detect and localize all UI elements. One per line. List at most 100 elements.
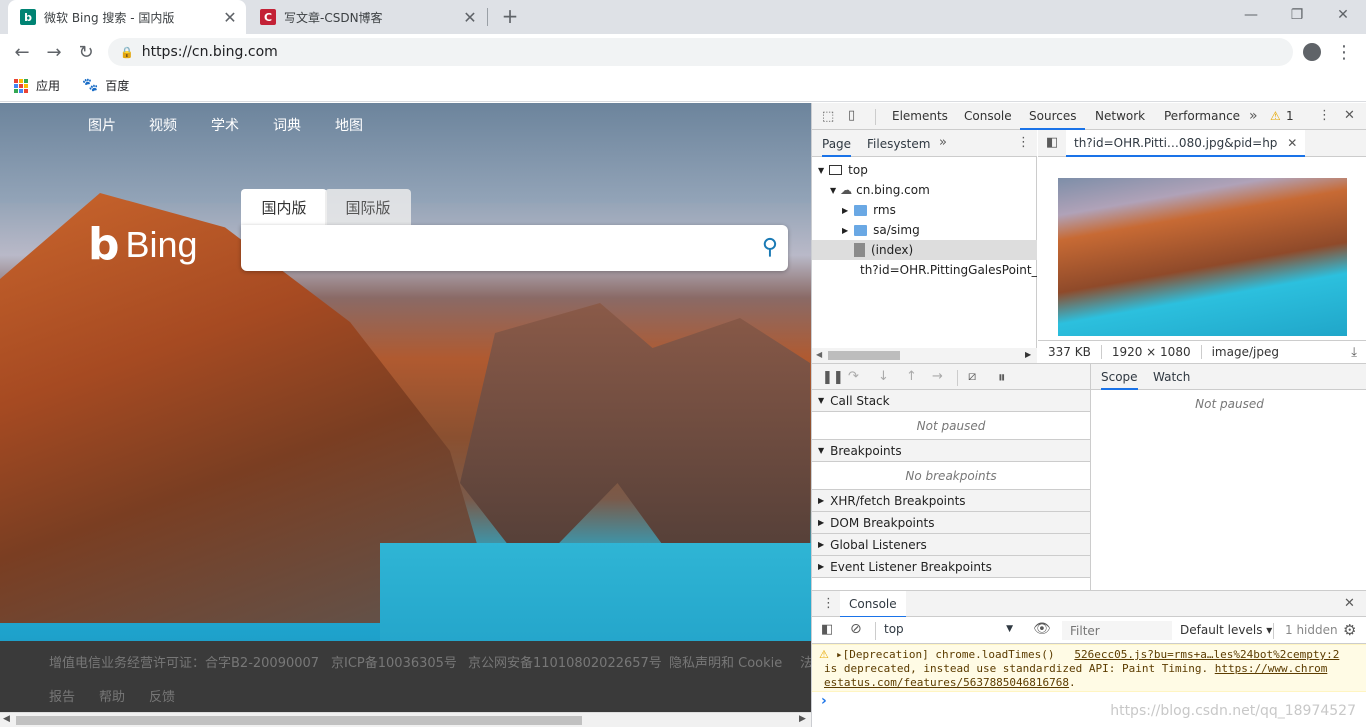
bookmark-label: 百度 xyxy=(105,79,130,93)
open-file-tab[interactable]: th?id=OHR.Pitti…080.jpg&pid=hp ✕ xyxy=(1066,130,1306,157)
navigator-menu-icon[interactable]: ⋮ xyxy=(1017,135,1030,150)
scrollbar-thumb[interactable] xyxy=(16,716,582,725)
tab-csdn[interactable]: C 写文章-CSDN博客 ✕ xyxy=(248,0,486,34)
tab-bing[interactable]: b 微软 Bing 搜索 - 国内版 ✕ xyxy=(8,0,246,34)
search-tab-international[interactable]: 国际版 xyxy=(325,189,411,225)
drawer-close-icon[interactable]: ✕ xyxy=(1344,596,1355,611)
scrollbar-thumb[interactable] xyxy=(828,351,900,360)
step-over-icon[interactable]: ↷ xyxy=(848,369,859,384)
tree-top[interactable]: ▼ top xyxy=(812,160,1037,180)
inspect-icon[interactable]: ⬚ xyxy=(822,109,834,124)
navigator-scrollbar[interactable]: ◀ ▶ xyxy=(812,348,1037,363)
global-listeners-header[interactable]: ▶ Global Listeners xyxy=(812,534,1090,556)
source-link[interactable]: 526ecc05.js?bu=rms+a…les%24bot%2cempty:2 xyxy=(1074,648,1339,661)
lock-icon: 🔒 xyxy=(120,45,134,59)
close-icon[interactable]: ✕ xyxy=(220,8,240,27)
footer-police[interactable]: 京公网安备11010802022657号 xyxy=(468,652,662,671)
profile-icon[interactable] xyxy=(1298,38,1326,66)
breakpoints-header[interactable]: ▼ Breakpoints xyxy=(812,440,1090,462)
footer-privacy[interactable]: 隐私声明和 Cookie xyxy=(669,652,782,671)
tree-file-index[interactable]: (index) xyxy=(812,240,1037,260)
download-icon[interactable]: ⤓ xyxy=(1351,345,1357,360)
close-icon[interactable]: ✕ xyxy=(460,8,480,27)
event-listener-breakpoints-header[interactable]: ▶ Event Listener Breakpoints xyxy=(812,556,1090,578)
console-filter-input[interactable] xyxy=(1062,621,1172,640)
eye-icon[interactable]: 👁 xyxy=(1033,621,1051,637)
docs-link-cont[interactable]: estatus.com/features/5637885046816768 xyxy=(824,676,1069,689)
search-input[interactable]: ⚲ xyxy=(241,225,788,271)
footer-license[interactable]: 增值电信业务经营许可证：合字B2-20090007 xyxy=(49,652,319,671)
devtools-panel: ⬚ ▯ Elements Console Sources Network Per… xyxy=(811,103,1366,727)
tree-domain[interactable]: ▼ ☁ cn.bing.com xyxy=(812,180,1037,200)
clear-console-icon[interactable]: ⊘ xyxy=(850,621,862,637)
sidebar-toggle-icon[interactable]: ◧ xyxy=(821,622,833,637)
back-icon[interactable]: ← xyxy=(8,38,36,66)
tab-console[interactable]: Console xyxy=(964,103,1012,130)
tab-watch[interactable]: Watch xyxy=(1153,370,1190,384)
nav-dictionary[interactable]: 词典 xyxy=(273,115,301,135)
forward-icon[interactable]: → xyxy=(40,38,68,66)
tab-performance[interactable]: Performance xyxy=(1164,103,1240,130)
warning-icon[interactable]: ⚠ xyxy=(1270,109,1281,123)
tree-folder-simg[interactable]: ▶ sa/simg xyxy=(812,220,1037,240)
restore-icon[interactable]: ❐ xyxy=(1274,0,1320,30)
step-out-icon[interactable]: ↑ xyxy=(906,369,917,384)
more-tabs-icon[interactable]: » xyxy=(1249,108,1258,124)
window-close-icon[interactable]: ✕ xyxy=(1320,0,1366,30)
nav-videos[interactable]: 视频 xyxy=(149,115,177,135)
footer-legal[interactable]: 法 xyxy=(800,652,811,671)
toggle-navigator-icon[interactable]: ◧ xyxy=(1046,135,1058,150)
menu-icon[interactable]: ⋮ xyxy=(1330,38,1358,66)
pause-icon[interactable]: ❚❚ xyxy=(822,370,844,385)
device-toolbar-icon[interactable]: ▯ xyxy=(848,108,855,123)
image-type: image/jpeg xyxy=(1211,345,1279,359)
context-select[interactable]: top ▼ xyxy=(875,622,1019,640)
tab-sources[interactable]: Sources xyxy=(1020,103,1086,130)
bookmark-apps[interactable]: 应用 xyxy=(14,77,60,94)
reload-icon[interactable]: ↻ xyxy=(72,38,100,66)
minimize-icon[interactable]: — xyxy=(1228,0,1274,30)
editor-pane: ◧ th?id=OHR.Pitti…080.jpg&pid=hp ✕ 337 K… xyxy=(1038,130,1366,363)
tab-network[interactable]: Network xyxy=(1095,103,1145,130)
nav-maps[interactable]: 地图 xyxy=(335,115,363,135)
call-stack-header[interactable]: ▼ Call Stack xyxy=(812,390,1090,412)
search-icon[interactable]: ⚲ xyxy=(762,235,778,260)
devtools-close-icon[interactable]: ✕ xyxy=(1344,108,1355,123)
tree-file-image[interactable]: th?id=OHR.PittingGalesPoint_Z xyxy=(812,260,1037,280)
tab-page[interactable]: Page xyxy=(822,137,852,157)
drawer-tab-console[interactable]: Console xyxy=(840,591,906,618)
address-bar[interactable]: 🔒 https://cn.bing.com xyxy=(108,38,1293,66)
new-tab-icon[interactable]: + xyxy=(498,4,522,28)
console-prompt[interactable]: › xyxy=(821,693,827,709)
tab-filesystem[interactable]: Filesystem xyxy=(867,137,930,151)
tree-folder-rms[interactable]: ▶ rms xyxy=(812,200,1037,220)
step-into-icon[interactable]: ↓ xyxy=(878,369,889,384)
nav-images[interactable]: 图片 xyxy=(88,115,116,135)
scroll-right-icon[interactable]: ▶ xyxy=(799,714,806,724)
pause-on-exceptions-icon[interactable]: ⏸ xyxy=(998,368,1006,386)
close-icon[interactable]: ✕ xyxy=(1287,136,1297,150)
bookmark-baidu[interactable]: 🐾 百度 xyxy=(82,77,129,94)
horizontal-scrollbar[interactable]: ◀ ▶ xyxy=(0,712,811,727)
log-levels-select[interactable]: Default levels ▾ xyxy=(1180,623,1272,637)
bing-logo: b Bing xyxy=(88,219,198,270)
footer-feedback[interactable]: 反馈 xyxy=(149,686,175,705)
step-icon[interactable]: → xyxy=(932,369,943,384)
console-settings-icon[interactable]: ⚙ xyxy=(1343,621,1356,639)
footer-report[interactable]: 报告 xyxy=(49,686,75,705)
scroll-left-icon[interactable]: ◀ xyxy=(3,714,10,724)
docs-link[interactable]: https://www.chrom xyxy=(1215,662,1328,675)
warning-count[interactable]: 1 xyxy=(1286,109,1294,123)
tab-scope[interactable]: Scope xyxy=(1101,370,1138,390)
devtools-menu-icon[interactable]: ⋮ xyxy=(1318,108,1331,123)
dom-breakpoints-header[interactable]: ▶ DOM Breakpoints xyxy=(812,512,1090,534)
drawer-menu-icon[interactable]: ⋮ xyxy=(822,596,835,611)
tab-elements[interactable]: Elements xyxy=(892,103,948,130)
search-tab-domestic[interactable]: 国内版 xyxy=(241,189,327,225)
deactivate-breakpoints-icon[interactable]: ⧄ xyxy=(968,369,976,384)
footer-icp[interactable]: 京ICP备10036305号 xyxy=(331,652,457,671)
xhr-breakpoints-header[interactable]: ▶ XHR/fetch Breakpoints xyxy=(812,490,1090,512)
footer-help[interactable]: 帮助 xyxy=(99,686,125,705)
nav-academic[interactable]: 学术 xyxy=(211,115,239,135)
more-navigator-icon[interactable]: » xyxy=(939,135,947,150)
